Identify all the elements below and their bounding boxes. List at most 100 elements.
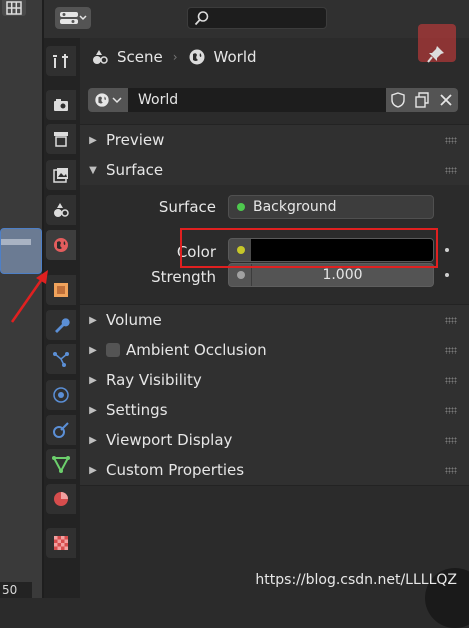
scene-icon	[54, 203, 69, 217]
panel-ray-visibility[interactable]: ▶ Ray Visibility	[80, 365, 469, 395]
panel-settings[interactable]: ▶ Settings	[80, 395, 469, 425]
surface-shader-value: Background	[253, 199, 337, 215]
expand-arrow-icon: ▶	[89, 464, 97, 476]
editor-type-button[interactable]	[55, 7, 91, 29]
keyframe-dot-icon[interactable]	[445, 248, 449, 252]
tab-object[interactable]	[46, 275, 76, 305]
panel-custom-properties-label: Custom Properties	[106, 461, 245, 479]
world-icon	[54, 238, 68, 252]
drag-handle-icon[interactable]	[445, 167, 457, 174]
object-icon	[54, 283, 68, 297]
frame-number[interactable]: 50	[0, 582, 32, 598]
drag-handle-icon[interactable]	[445, 317, 457, 324]
panel-volume[interactable]: ▶ Volume	[80, 305, 469, 335]
view-layer-icon	[53, 168, 68, 183]
scene-icon	[93, 50, 108, 64]
panel-surface[interactable]: ▼ Surface	[80, 155, 469, 185]
world-datablock-selector: World	[88, 88, 460, 112]
material-icon	[54, 492, 68, 506]
search-icon	[194, 11, 209, 26]
tab-physics[interactable]	[46, 380, 76, 410]
fake-user-button[interactable]	[386, 88, 410, 112]
expand-arrow-icon: ▶	[89, 434, 97, 446]
tool-icon	[53, 54, 68, 68]
texture-icon	[54, 536, 68, 550]
breadcrumb: Scene › World	[91, 47, 257, 67]
render-icon	[54, 99, 68, 111]
breadcrumb-world: World	[213, 48, 257, 66]
ambient-occlusion-checkbox[interactable]	[106, 343, 120, 357]
breadcrumb-separator-icon: ›	[172, 50, 178, 64]
shield-icon	[391, 92, 405, 108]
viewport-object	[0, 228, 42, 274]
panel-volume-label: Volume	[106, 311, 162, 329]
panel-settings-label: Settings	[106, 401, 168, 419]
tab-tool[interactable]	[46, 46, 76, 76]
drag-handle-icon[interactable]	[445, 467, 457, 474]
expand-arrow-icon: ▶	[89, 404, 97, 416]
world-name-field[interactable]: World	[128, 88, 386, 112]
properties-header	[44, 0, 469, 38]
properties-content: Scene › World World ▶ Preview ▼ Surface	[80, 24, 469, 628]
drag-handle-icon[interactable]	[445, 437, 457, 444]
value-socket-icon	[237, 271, 245, 279]
world-icon	[189, 49, 205, 65]
breadcrumb-scene: Scene	[117, 48, 163, 66]
shader-socket-icon	[237, 203, 245, 211]
tab-view-layer[interactable]	[46, 160, 76, 190]
wrench-icon	[55, 318, 70, 333]
expand-arrow-icon: ▶	[89, 134, 97, 146]
tab-world[interactable]	[46, 230, 76, 260]
world-icon	[95, 93, 109, 107]
separator	[80, 485, 469, 486]
tab-texture[interactable]	[46, 528, 76, 558]
panel-ray-visibility-label: Ray Visibility	[106, 371, 202, 389]
world-browse-button[interactable]	[88, 88, 128, 112]
panel-preview-label: Preview	[106, 131, 165, 149]
keyframe-dot-icon[interactable]	[445, 273, 449, 277]
duplicate-button[interactable]	[410, 88, 434, 112]
annotation-highlight-box	[180, 228, 438, 268]
copy-icon	[415, 92, 429, 108]
tab-output[interactable]	[46, 124, 76, 154]
search-field[interactable]	[187, 7, 327, 29]
panel-ambient-occlusion-label: Ambient Occlusion	[126, 341, 267, 359]
drag-handle-icon[interactable]	[445, 347, 457, 354]
watermark-text: https://blog.csdn.net/LLLLQZ	[255, 572, 457, 588]
physics-icon	[53, 387, 69, 403]
panel-surface-label: Surface	[106, 161, 164, 179]
chevron-down-icon	[112, 97, 122, 104]
drag-handle-icon[interactable]	[445, 407, 457, 414]
tab-scene[interactable]	[46, 195, 76, 225]
surface-label: Surface	[158, 198, 216, 216]
mesh-data-icon	[52, 456, 70, 473]
collapse-arrow-icon: ▼	[89, 164, 97, 176]
drag-handle-icon[interactable]	[445, 377, 457, 384]
constraints-icon	[53, 422, 69, 438]
panel-ambient-occlusion[interactable]: ▶ Ambient Occlusion	[80, 335, 469, 365]
output-icon	[54, 132, 68, 147]
tab-constraints[interactable]	[46, 415, 76, 445]
strength-label: Strength	[151, 268, 216, 286]
drag-handle-icon[interactable]	[445, 137, 457, 144]
pin-icon[interactable]	[426, 44, 446, 64]
tab-data[interactable]	[46, 449, 76, 479]
editor-type-icon	[60, 12, 87, 24]
tab-modifiers[interactable]	[46, 310, 76, 340]
particles-icon	[53, 352, 69, 367]
tab-render[interactable]	[46, 90, 76, 120]
tab-particles[interactable]	[46, 344, 76, 374]
expand-arrow-icon: ▶	[89, 314, 97, 326]
properties-tabs	[44, 0, 80, 598]
unlink-button[interactable]	[434, 88, 458, 112]
panel-custom-properties[interactable]: ▶ Custom Properties	[80, 455, 469, 485]
expand-arrow-icon: ▶	[89, 344, 97, 356]
panel-preview[interactable]: ▶ Preview	[80, 125, 469, 155]
surface-shader-field[interactable]: Background	[228, 195, 434, 219]
grid-icon[interactable]	[2, 0, 26, 16]
panel-viewport-display-label: Viewport Display	[106, 431, 233, 449]
panel-viewport-display[interactable]: ▶ Viewport Display	[80, 425, 469, 455]
viewport-strip: 50	[0, 0, 44, 598]
close-icon	[440, 94, 452, 106]
tab-material[interactable]	[46, 484, 76, 514]
